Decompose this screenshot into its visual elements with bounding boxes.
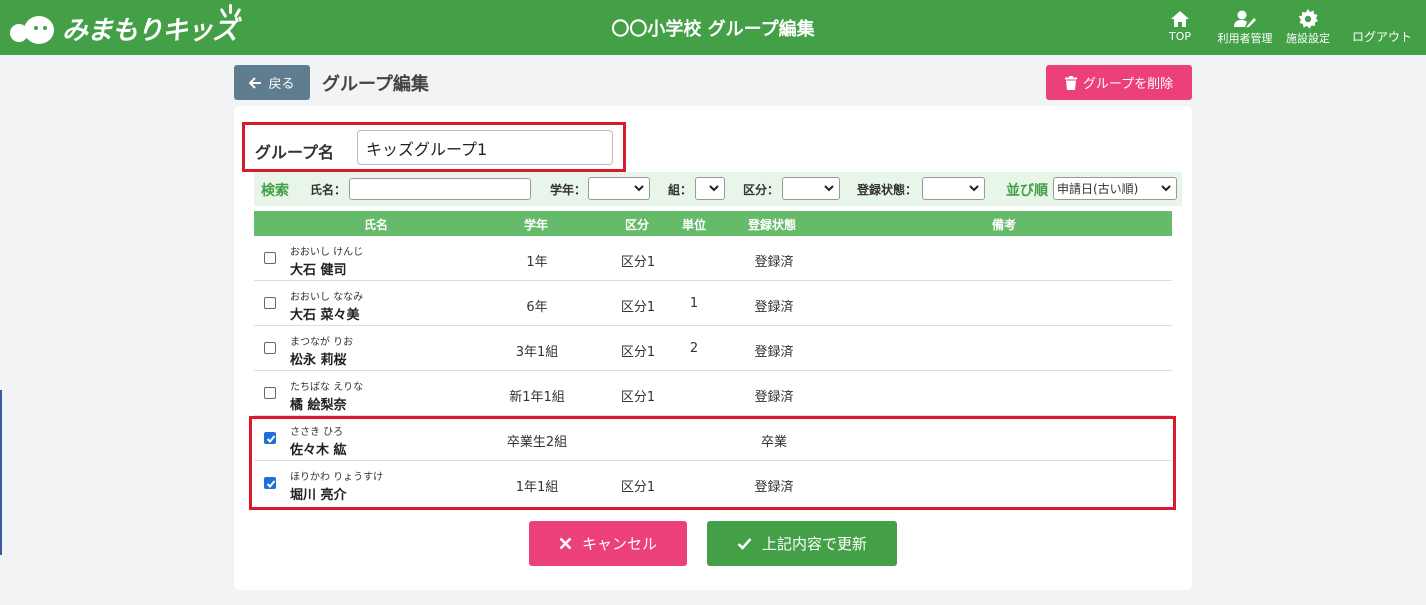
- logo-mascot-icon: [10, 10, 58, 46]
- search-name-label: 氏名：: [310, 183, 347, 197]
- app-header: みまもりキッズ 〇〇小学校 グループ編集 TOP 利用者管理 施設設定 ログアウ…: [0, 0, 1426, 55]
- sort-select[interactable]: 申請日(古い順): [1053, 177, 1177, 200]
- search-label: 検索: [261, 183, 289, 199]
- chevron-down-icon: [969, 182, 979, 197]
- nav-top-label: TOP: [1168, 30, 1191, 43]
- cancel-button[interactable]: キャンセル: [529, 521, 687, 566]
- col-header-note: 備考: [992, 218, 1017, 232]
- nav-top[interactable]: TOP: [1165, 8, 1195, 43]
- row-status: 登録済: [754, 300, 794, 315]
- user-edit-icon: [1234, 8, 1256, 30]
- chevron-down-icon: [824, 182, 834, 197]
- window-edge: [0, 390, 2, 555]
- trash-icon: [1064, 75, 1077, 90]
- row-name: 松永 莉桜: [290, 353, 347, 368]
- close-icon: [559, 537, 572, 550]
- row-division: 区分1: [620, 345, 656, 360]
- row-kana: おおいし けんじ: [290, 247, 364, 258]
- table-header: 氏名 学年 区分 単位 登録状態 備考: [254, 211, 1172, 236]
- status-select[interactable]: [922, 177, 985, 200]
- arrow-left-icon: [249, 76, 262, 89]
- row-status: 登録済: [754, 390, 794, 405]
- row-division: 区分1: [620, 390, 656, 405]
- row-status: 登録済: [754, 255, 794, 270]
- gear-icon: [1297, 8, 1319, 30]
- sort-select-value: 申請日(古い順): [1057, 182, 1139, 196]
- division-select[interactable]: [782, 177, 840, 200]
- group-name-label: グループ名: [255, 143, 335, 162]
- update-button[interactable]: 上記内容で更新: [707, 521, 897, 566]
- search-class-label: 組：: [668, 183, 693, 197]
- row-checkbox[interactable]: [264, 342, 276, 354]
- row-name: 橘 絵梨奈: [290, 398, 347, 413]
- back-button[interactable]: 戻る: [234, 65, 310, 100]
- nav-settings-label: 施設設定: [1286, 32, 1330, 45]
- table-row[interactable]: おおいし ななみ 大石 菜々美 6年 区分1 1 登録済: [254, 281, 1172, 326]
- search-status-label: 登録状態：: [857, 183, 918, 197]
- row-kana: おおいし ななみ: [290, 292, 364, 303]
- logout-link[interactable]: ログアウト: [1352, 28, 1412, 45]
- row-kana: まつなが りお: [290, 337, 354, 348]
- search-bar: 検索 氏名： 学年： 組： 区分： 登録状態： 並び順 申請日(古い順): [254, 172, 1182, 206]
- grade-select[interactable]: [588, 177, 650, 200]
- row-checkbox[interactable]: [264, 387, 276, 399]
- cancel-button-label: キャンセル: [581, 535, 657, 553]
- logo-sparkle-icon: [218, 2, 242, 22]
- table-row[interactable]: まつなが りお 松永 莉桜 3年1組 区分1 2 登録済: [254, 326, 1172, 371]
- row-grade: 1年: [526, 255, 548, 270]
- sort-label: 並び順: [1006, 183, 1048, 199]
- logo-text: みまもりキッズ: [62, 15, 238, 46]
- delete-group-label: グループを削除: [1082, 77, 1174, 92]
- col-header-unit: 単位: [682, 218, 707, 232]
- col-header-status: 登録状態: [748, 218, 797, 232]
- nav-users-label: 利用者管理: [1217, 32, 1273, 45]
- row-name: 大石 健司: [290, 263, 347, 278]
- search-grade-label: 学年：: [550, 183, 587, 197]
- row-division: 区分1: [620, 255, 656, 270]
- col-header-name: 氏名: [364, 218, 389, 232]
- class-select[interactable]: [695, 177, 725, 200]
- row-grade: 新1年1組: [509, 390, 565, 405]
- selected-rows-highlight: [249, 416, 1176, 510]
- row-status: 登録済: [754, 345, 794, 360]
- row-division: 区分1: [620, 300, 656, 315]
- home-icon: [1169, 8, 1191, 30]
- nav-settings[interactable]: 施設設定: [1282, 8, 1334, 46]
- table-row[interactable]: おおいし けんじ 大石 健司 1年 区分1 登録済: [254, 236, 1172, 281]
- row-grade: 6年: [526, 300, 548, 315]
- row-checkbox[interactable]: [264, 297, 276, 309]
- app-logo[interactable]: みまもりキッズ: [10, 8, 238, 48]
- row-kana: たちばな えりな: [290, 382, 364, 393]
- row-unit: 1: [689, 296, 699, 311]
- row-name: 大石 菜々美: [290, 308, 360, 323]
- update-button-label: 上記内容で更新: [761, 535, 867, 553]
- col-header-division: 区分: [625, 218, 650, 232]
- row-grade: 3年1組: [515, 345, 559, 360]
- check-icon: [737, 537, 752, 550]
- chevron-down-icon: [1161, 182, 1171, 197]
- nav-users[interactable]: 利用者管理: [1213, 8, 1277, 46]
- chevron-down-icon: [634, 182, 644, 197]
- search-division-label: 区分：: [743, 183, 780, 197]
- back-button-label: 戻る: [268, 77, 295, 92]
- delete-group-button[interactable]: グループを削除: [1046, 65, 1192, 100]
- row-checkbox[interactable]: [264, 252, 276, 264]
- page-title: グループ編集: [322, 74, 429, 95]
- row-unit: 2: [689, 341, 699, 356]
- col-header-grade: 学年: [524, 218, 549, 232]
- table-row[interactable]: たちばな えりな 橘 絵梨奈 新1年1組 区分1 登録済: [254, 371, 1172, 416]
- group-name-input[interactable]: [357, 130, 613, 165]
- search-name-input[interactable]: [349, 178, 531, 200]
- chevron-down-icon: [709, 182, 719, 197]
